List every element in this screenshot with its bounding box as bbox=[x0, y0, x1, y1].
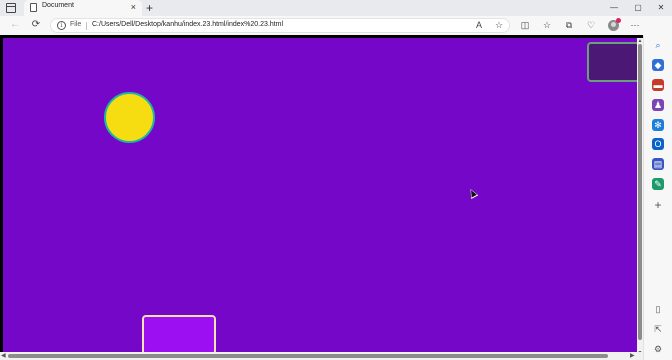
sidebar-tag-icon[interactable]: ◆ bbox=[652, 59, 664, 71]
favorite-star-icon[interactable]: ☆ bbox=[492, 18, 506, 32]
sidebar-office-icon[interactable]: ▤ bbox=[652, 158, 664, 170]
paddle[interactable] bbox=[142, 315, 216, 355]
ball bbox=[104, 92, 155, 143]
maximize-button[interactable]: ▢ bbox=[627, 0, 649, 16]
horizontal-scroll-thumb[interactable] bbox=[8, 354, 608, 358]
edge-sidebar: ⌕ ◆ ▬ ♟ ✻ O ▤ ✎ + ▯ ⇱ ⚙ bbox=[643, 35, 672, 360]
page-favicon-icon bbox=[30, 3, 37, 12]
game-canvas[interactable] bbox=[3, 38, 640, 356]
scroll-left-icon[interactable]: ◀ bbox=[1, 353, 6, 359]
tab-title: Document bbox=[42, 2, 74, 9]
address-separator bbox=[86, 22, 87, 30]
scheme-label: File bbox=[70, 21, 82, 28]
title-bar: Document × + — ▢ ✕ bbox=[0, 0, 672, 16]
sidebar-games-icon[interactable]: ♟ bbox=[652, 99, 664, 111]
sidebar-toolbox-icon[interactable]: ▬ bbox=[652, 79, 664, 91]
settings-gear-icon[interactable]: ⚙ bbox=[652, 343, 664, 355]
sidebar-add-icon[interactable]: + bbox=[652, 199, 664, 211]
tab-close-icon[interactable]: × bbox=[131, 1, 136, 13]
url-text[interactable]: C:/Users/Dell/Desktop/kanhu/index.23.htm… bbox=[92, 21, 283, 28]
scroll-right-icon[interactable]: ▶ bbox=[630, 353, 635, 359]
tab-actions-icon[interactable] bbox=[6, 3, 16, 13]
vertical-scroll-thumb[interactable] bbox=[638, 44, 642, 340]
split-screen-icon[interactable]: ◫ bbox=[518, 18, 532, 32]
browser-toolbar: ← ⟳ i File C:/Users/Dell/Desktop/kanhu/i… bbox=[0, 16, 672, 35]
more-menu-icon[interactable]: ⋯ bbox=[628, 18, 642, 32]
page-viewport bbox=[0, 35, 643, 360]
sidebar-copilot-icon[interactable]: ✻ bbox=[652, 119, 664, 131]
sidebar-outlook-icon[interactable]: O bbox=[652, 138, 664, 150]
notification-badge bbox=[616, 18, 621, 23]
sidebar-designer-icon[interactable]: ✎ bbox=[652, 178, 664, 190]
read-aloud-icon[interactable]: A bbox=[472, 18, 486, 32]
score-box bbox=[587, 42, 640, 82]
browser-essentials-icon[interactable]: ♡ bbox=[584, 18, 598, 32]
browser-tab[interactable]: Document × bbox=[24, 0, 142, 16]
sidebar-toggle-icon[interactable]: ▯ bbox=[652, 303, 664, 315]
horizontal-scrollbar[interactable]: ◀ ▶ bbox=[0, 352, 643, 360]
favorites-icon[interactable]: ☆ bbox=[540, 18, 554, 32]
sidebar-search-icon[interactable]: ⌕ bbox=[652, 39, 664, 51]
back-button[interactable]: ← bbox=[8, 18, 22, 32]
minimize-button[interactable]: — bbox=[603, 0, 625, 16]
new-tab-button[interactable]: + bbox=[146, 0, 153, 16]
info-icon[interactable]: i bbox=[57, 21, 66, 30]
refresh-button[interactable]: ⟳ bbox=[29, 18, 43, 32]
collections-icon[interactable]: ⧉ bbox=[562, 18, 576, 32]
mouse-cursor-icon bbox=[467, 187, 479, 199]
open-external-icon[interactable]: ⇱ bbox=[652, 323, 664, 335]
address-bar[interactable]: i File C:/Users/Dell/Desktop/kanhu/index… bbox=[50, 18, 510, 33]
close-window-button[interactable]: ✕ bbox=[650, 0, 672, 16]
